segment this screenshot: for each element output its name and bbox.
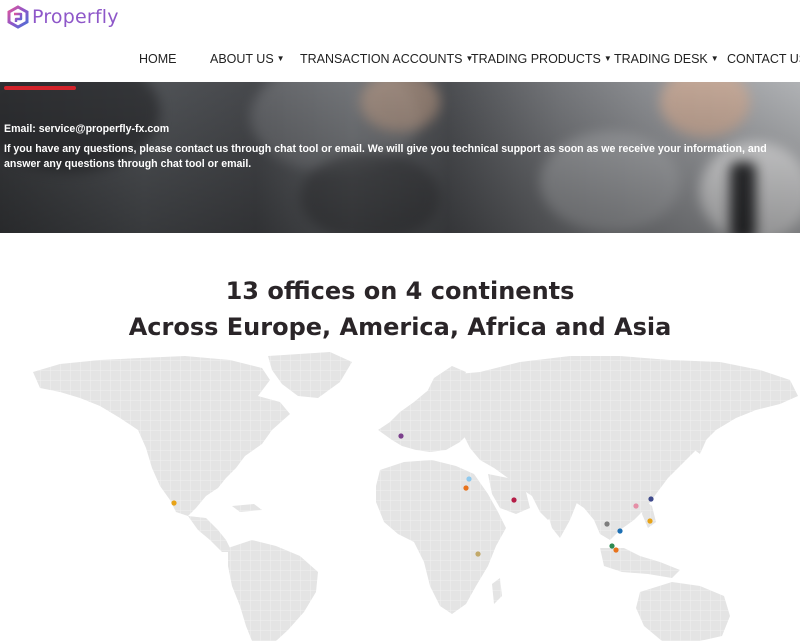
main-nav: HOME ABOUT US ▼ TRANSACTION ACCOUNTS ▼ TRA…	[0, 52, 800, 70]
caret-down-icon: ▼	[603, 54, 612, 63]
nav-item-label: CONTACT US	[727, 52, 800, 66]
nav-item-label: TRANSACTION ACCOUNTS	[300, 52, 463, 66]
nav-item-label: ABOUT US	[210, 52, 274, 66]
office-marker-malaysia[interactable]	[609, 543, 615, 549]
site-header: Properfly HOME ABOUT US ▼ TRANSACTION ACC…	[0, 0, 800, 82]
office-marker-mexico[interactable]	[171, 500, 177, 506]
caret-down-icon: ▼	[710, 54, 719, 63]
contact-description: If you have any questions, please contac…	[4, 143, 767, 170]
office-marker-cyprus[interactable]	[466, 476, 472, 482]
nav-item-contact-us[interactable]: CONTACT US▼	[727, 52, 800, 66]
office-marker-hong-kong[interactable]	[633, 503, 639, 509]
nav-item-home[interactable]: HOME	[139, 52, 177, 66]
office-marker-thailand[interactable]	[604, 521, 610, 527]
nav-item-trading-desk[interactable]: TRADING DESK ▼	[614, 52, 719, 66]
office-marker-singapore[interactable]	[613, 547, 619, 553]
brand-logo[interactable]: Properfly	[6, 5, 119, 29]
accent-bar	[4, 86, 76, 90]
nav-item-about-us[interactable]: ABOUT US ▼	[210, 52, 285, 66]
office-marker-uk[interactable]	[398, 433, 404, 439]
logo-icon	[7, 5, 29, 29]
contact-email[interactable]: Email: service@properfly-fx.com	[4, 122, 169, 137]
map-grid-overlay	[28, 352, 800, 641]
office-marker-kenya[interactable]	[475, 551, 481, 557]
nav-item-trading-products[interactable]: TRADING PRODUCTS ▼	[471, 52, 612, 66]
nav-item-label: TRADING DESK	[614, 52, 708, 66]
offices-subheading: Across Europe, America, Africa and Asia	[128, 313, 672, 341]
nav-item-label: TRADING PRODUCTS	[471, 52, 601, 66]
nav-item-label: HOME	[139, 52, 177, 66]
office-marker-uae[interactable]	[511, 497, 517, 503]
brand-name: Properfly	[32, 6, 119, 28]
offices-heading: 13 offices on 4 continents	[225, 277, 575, 305]
office-marker-egypt[interactable]	[463, 485, 469, 491]
contact-hero-banner: Email: service@properfly-fx.com If you h…	[0, 82, 800, 233]
office-marker-philippines[interactable]	[647, 518, 653, 524]
office-marker-taiwan[interactable]	[648, 496, 654, 502]
caret-down-icon: ▼	[276, 54, 285, 63]
world-map	[28, 352, 800, 641]
office-marker-vietnam[interactable]	[617, 528, 623, 534]
nav-item-transaction-accounts[interactable]: TRANSACTION ACCOUNTS ▼	[300, 52, 473, 66]
